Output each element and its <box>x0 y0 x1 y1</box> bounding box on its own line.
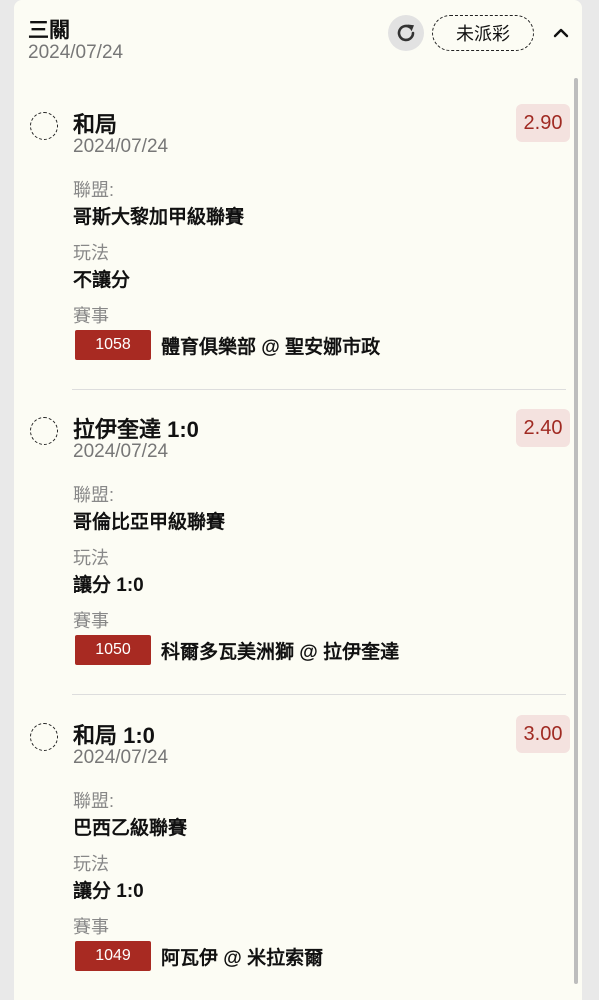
play-value: 不讓分 <box>73 270 131 291</box>
bet-item: 和局 2024/07/24 2.90 聯盟: 哥斯大黎加甲級聯賽 玩法 不讓分 … <box>14 94 582 394</box>
selection-radio[interactable] <box>30 417 58 445</box>
league-value: 哥斯大黎加甲級聯賽 <box>73 207 245 228</box>
divider <box>72 694 566 695</box>
match-id-badge: 1050 <box>75 635 151 665</box>
refresh-button[interactable] <box>388 15 424 51</box>
play-value: 讓分 1:0 <box>73 575 144 596</box>
match-id-badge: 1058 <box>75 330 151 360</box>
bet-item: 拉伊奎達 1:0 2024/07/24 2.40 聯盟: 哥倫比亞甲級聯賽 玩法… <box>14 399 582 699</box>
selection-name: 拉伊奎達 1:0 <box>73 417 199 442</box>
play-label: 玩法 <box>73 854 109 874</box>
odds-badge: 2.90 <box>516 104 570 142</box>
refresh-icon <box>397 24 415 42</box>
chevron-up-icon <box>553 28 569 38</box>
play-label: 玩法 <box>73 548 109 568</box>
league-label: 聯盟: <box>73 485 115 505</box>
selection-date: 2024/07/24 <box>73 747 169 768</box>
match-row: 1058 體育俱樂部 @ 聖安娜市政 <box>75 330 380 360</box>
scrollbar[interactable] <box>574 78 578 984</box>
selection-radio[interactable] <box>30 112 58 140</box>
league-value: 哥倫比亞甲級聯賽 <box>73 512 226 533</box>
bet-item: 和局 1:0 2024/07/24 3.00 聯盟: 巴西乙級聯賽 玩法 讓分 … <box>14 705 582 1000</box>
parlay-title: 三關 <box>28 19 70 42</box>
selection-date: 2024/07/24 <box>73 136 169 157</box>
league-label: 聯盟: <box>73 791 115 811</box>
parlay-date: 2024/07/24 <box>28 42 124 63</box>
league-value: 巴西乙級聯賽 <box>73 818 188 839</box>
selection-name: 和局 <box>73 112 118 137</box>
match-label: 賽事 <box>73 611 109 631</box>
odds-badge: 2.40 <box>516 409 570 447</box>
odds-badge: 3.00 <box>516 715 570 753</box>
selection-date: 2024/07/24 <box>73 441 169 462</box>
match-label: 賽事 <box>73 306 109 326</box>
match-id-badge: 1049 <box>75 941 151 971</box>
match-row: 1050 科爾多瓦美洲獅 @ 拉伊奎達 <box>75 635 399 665</box>
play-label: 玩法 <box>73 243 109 263</box>
match-name: 科爾多瓦美洲獅 @ 拉伊奎達 <box>161 641 400 663</box>
selection-name: 和局 1:0 <box>73 723 155 748</box>
match-label: 賽事 <box>73 917 109 937</box>
league-label: 聯盟: <box>73 180 115 200</box>
collapse-button[interactable] <box>548 20 574 46</box>
divider <box>72 389 566 390</box>
match-name: 阿瓦伊 @ 米拉索爾 <box>161 947 324 969</box>
parlay-header: 三關 2024/07/24 未派彩 <box>28 10 569 72</box>
play-value: 讓分 1:0 <box>73 881 144 902</box>
parlay-card: 三關 2024/07/24 未派彩 和局 2024/07/24 2.90 聯盟:… <box>14 0 582 1000</box>
match-row: 1049 阿瓦伊 @ 米拉索爾 <box>75 941 323 971</box>
selection-radio[interactable] <box>30 723 58 751</box>
settlement-status-badge: 未派彩 <box>432 15 534 51</box>
match-name: 體育俱樂部 @ 聖安娜市政 <box>161 336 381 358</box>
